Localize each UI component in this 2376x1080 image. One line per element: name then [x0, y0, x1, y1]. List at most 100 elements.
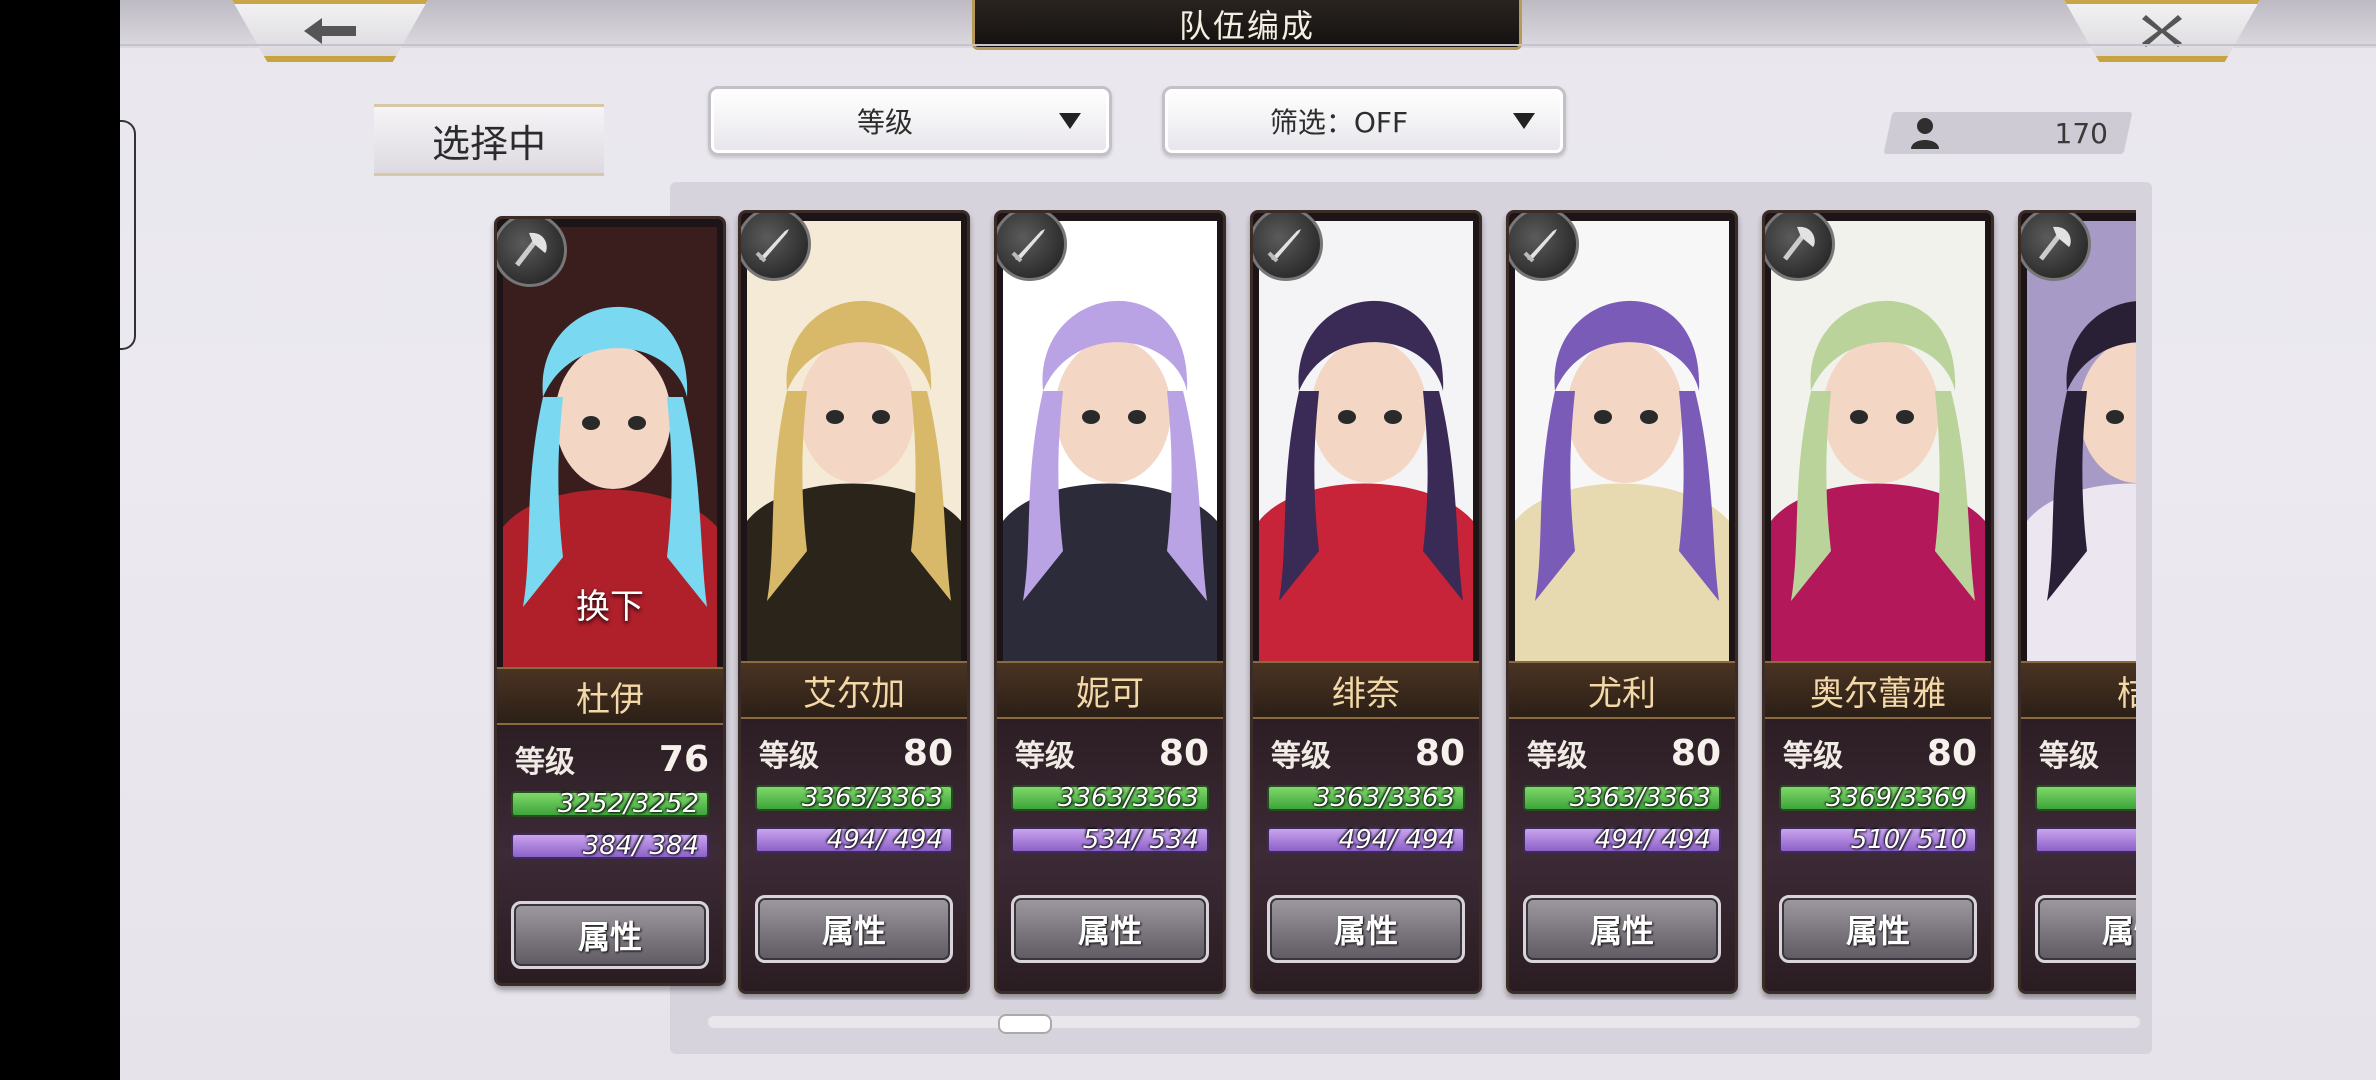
chevron-down-icon [1513, 113, 1535, 129]
team-formation-screen: 队伍编成 选择中 等级 筛选：OFF 170 换下 杜伊 等级 76 3252/3252… [120, 0, 2376, 1080]
level-value: 80 [1670, 732, 1721, 774]
mp-bar: 494/ 494 [755, 825, 953, 855]
level-row: 等级 80 [1527, 731, 1721, 775]
character-name-bar: 艾尔加 [741, 661, 967, 719]
back-button[interactable] [232, 0, 428, 62]
character-card[interactable]: 桔等级 3369/530/属性 [2018, 210, 2136, 994]
attributes-button-label: 属性 [1077, 912, 1142, 950]
attributes-button[interactable]: 属性 [511, 901, 709, 969]
attributes-button-label: 属性 [1845, 912, 1910, 950]
character-name: 杜伊 [576, 679, 644, 720]
hp-value: 3363/3363 [1057, 783, 1199, 813]
character-portrait[interactable]: 换下 [503, 227, 717, 667]
level-label: 等级 [1783, 739, 1843, 774]
character-name: 桔 [2117, 666, 2136, 715]
filter-dropdown-label: 筛选：OFF [1269, 106, 1409, 139]
character-name: 艾尔加 [803, 673, 905, 714]
mp-value: 494/ 494 [1338, 825, 1455, 855]
character-stats: 等级 80 3369/3369 510/ 510 属性 [1765, 719, 1991, 991]
close-button[interactable] [2064, 0, 2260, 62]
character-name: 奥尔蕾雅 [1810, 673, 1946, 714]
level-row: 等级 76 [515, 737, 709, 781]
attributes-button-label: 属性 [1589, 912, 1654, 950]
level-row: 等级 [2039, 731, 2136, 775]
attributes-button[interactable]: 属性 [2035, 895, 2136, 963]
character-portrait[interactable] [1003, 221, 1217, 661]
attributes-button[interactable]: 属性 [1523, 895, 1721, 963]
mp-value: 510/ 510 [1850, 825, 1967, 855]
selecting-label: 选择中 [374, 104, 604, 176]
swap-out-label[interactable]: 换下 [503, 579, 717, 628]
character-portrait[interactable] [1515, 221, 1729, 661]
hp-bar: 3363/3363 [755, 783, 953, 813]
selected-character-card[interactable]: 换下杜伊 等级 76 3252/3252 384/ 384 属性 [494, 216, 726, 986]
character-portrait[interactable] [1771, 221, 1985, 661]
mp-bar: 494/ 494 [1267, 825, 1465, 855]
hp-value: 3363/3363 [801, 783, 943, 813]
level-row: 等级 80 [1271, 731, 1465, 775]
character-stats: 等级 3369/530/属性 [2021, 719, 2136, 991]
character-portrait[interactable] [747, 221, 961, 661]
level-label: 等级 [759, 739, 819, 774]
character-card[interactable]: 奥尔蕾雅 等级 80 3369/3369 510/ 510 属性 [1762, 210, 1994, 994]
mp-value: 384/ 384 [582, 831, 699, 861]
attributes-button[interactable]: 属性 [1267, 895, 1465, 963]
attributes-button-label: 属性 [2101, 912, 2136, 950]
mp-bar: 534/ 534 [1011, 825, 1209, 855]
character-name-bar: 妮可 [997, 661, 1223, 719]
level-label: 等级 [1271, 739, 1331, 774]
mp-value: 494/ 494 [826, 825, 943, 855]
mp-value: 534/ 534 [1082, 825, 1199, 855]
hp-bar: 3252/3252 [511, 789, 709, 819]
sort-dropdown[interactable]: 等级 [708, 86, 1112, 156]
character-card[interactable]: 尤利 等级 80 3363/3363 494/ 494 属性 [1506, 210, 1738, 994]
hp-value: 3363/3363 [1313, 783, 1455, 813]
character-portrait[interactable] [1259, 221, 1473, 661]
character-card[interactable]: 艾尔加等级 80 3363/3363 494/ 494 属性 [738, 210, 970, 994]
attributes-button-label: 属性 [821, 912, 886, 950]
filter-dropdown[interactable]: 筛选：OFF [1162, 86, 1566, 156]
hp-bar: 3363/3363 [1523, 783, 1721, 813]
hp-value: 3363/3363 [1569, 783, 1711, 813]
level-label: 等级 [2039, 739, 2099, 774]
level-label: 等级 [515, 745, 575, 780]
mp-bar: 384/ 384 [511, 831, 709, 861]
level-label: 等级 [1015, 739, 1075, 774]
character-card[interactable]: 绯奈等级 80 3363/3363 494/ 494 属性 [1250, 210, 1482, 994]
mp-bar: 510/ 510 [1779, 825, 1977, 855]
level-value: 80 [1158, 732, 1209, 774]
hp-value: 3252/3252 [557, 789, 699, 819]
character-name-bar: 绯奈 [1253, 661, 1479, 719]
unit-count: 170 [1888, 112, 2128, 154]
level-value: 76 [658, 738, 709, 780]
character-stats: 等级 80 3363/3363 494/ 494 属性 [1509, 719, 1735, 991]
mp-value: 494/ 494 [1594, 825, 1711, 855]
character-name: 尤利 [1588, 673, 1656, 714]
mp-bar: 494/ 494 [1523, 825, 1721, 855]
attributes-button[interactable]: 属性 [1011, 895, 1209, 963]
mp-bar: 530/ [2035, 827, 2136, 853]
character-stats: 等级 80 3363/3363 534/ 534 属性 [997, 719, 1223, 991]
character-stats: 等级 80 3363/3363 494/ 494 属性 [1253, 719, 1479, 991]
back-arrow-icon [304, 18, 356, 44]
scrollbar-thumb[interactable] [998, 1014, 1052, 1034]
level-value: 80 [902, 732, 953, 774]
horizontal-scrollbar[interactable] [708, 1016, 2140, 1028]
character-name-bar: 杜伊 [497, 667, 723, 725]
attributes-button[interactable]: 属性 [1779, 895, 1977, 963]
character-card[interactable]: 妮可等级 80 3363/3363 534/ 534 属性 [994, 210, 1226, 994]
character-stats: 等级 80 3363/3363 494/ 494 属性 [741, 719, 967, 991]
level-value: 80 [1926, 732, 1977, 774]
attributes-button-label: 属性 [1333, 912, 1398, 950]
attributes-button[interactable]: 属性 [755, 895, 953, 963]
character-name: 绯奈 [1332, 673, 1400, 714]
level-label: 等级 [1527, 739, 1587, 774]
screen-notch [120, 120, 136, 350]
hp-bar: 3363/3363 [1011, 783, 1209, 813]
character-portrait[interactable] [2027, 221, 2136, 661]
level-row: 等级 80 [1783, 731, 1977, 775]
character-name-bar: 奥尔蕾雅 [1765, 661, 1991, 719]
character-name-bar: 尤利 [1509, 661, 1735, 719]
close-x-icon [2142, 15, 2182, 47]
hp-bar: 3363/3363 [1267, 783, 1465, 813]
